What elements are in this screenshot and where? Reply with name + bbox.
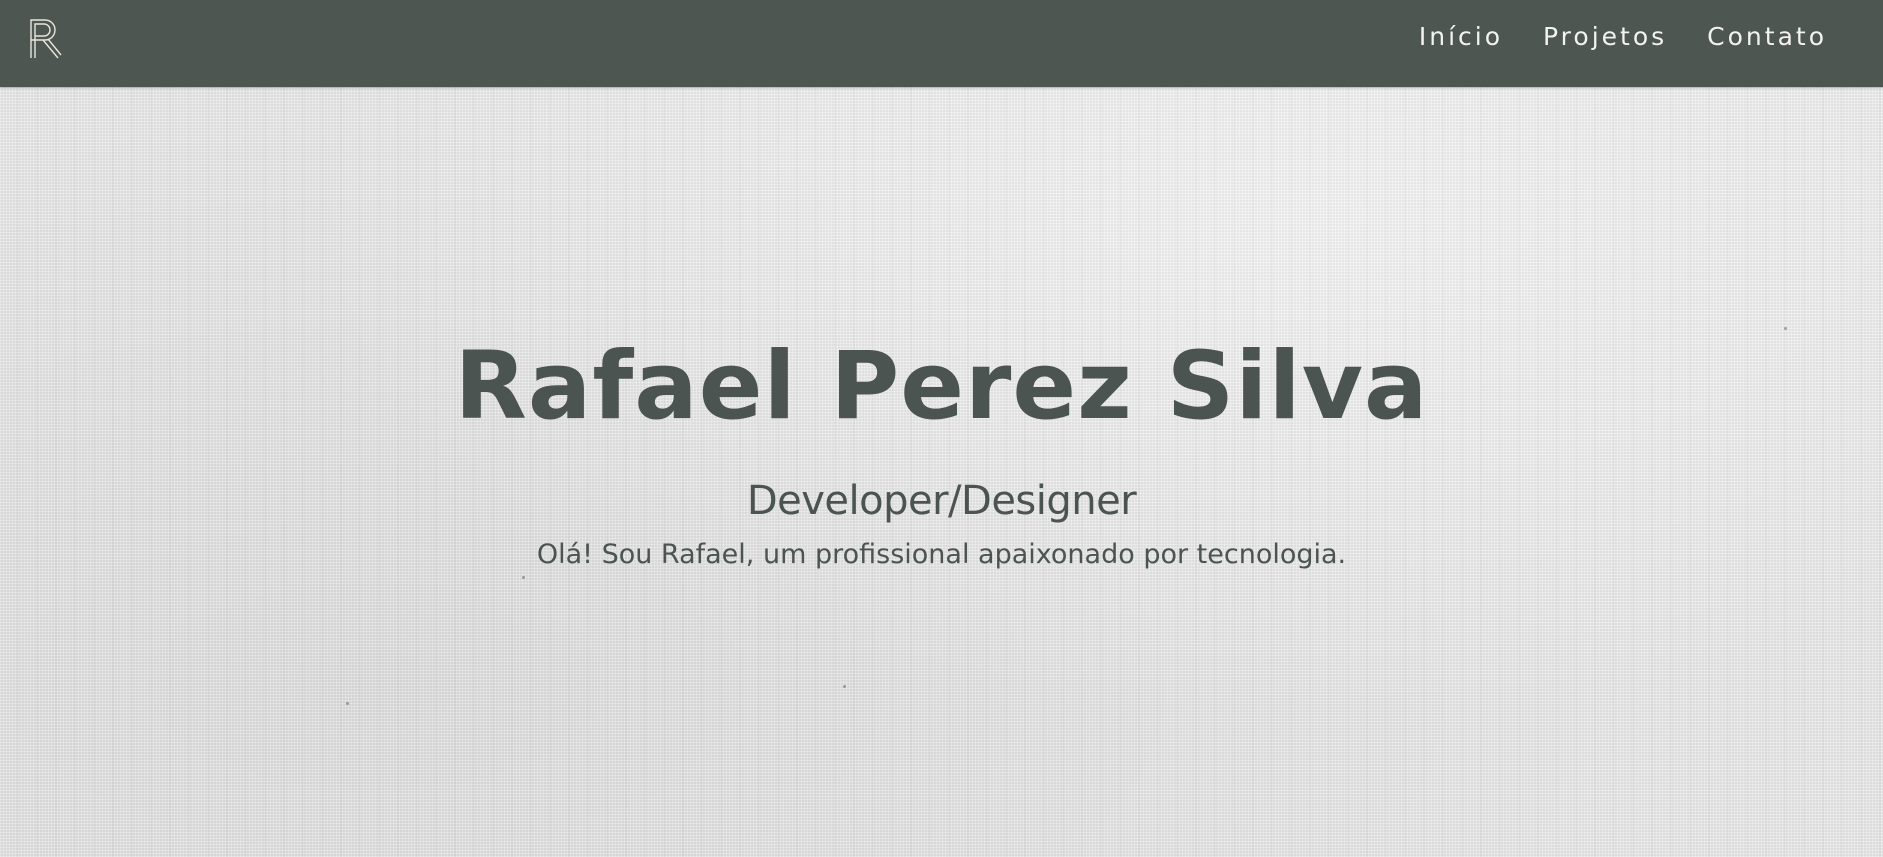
top-navbar: Início Projetos Contato xyxy=(0,0,1883,87)
nav-link-contato[interactable]: Contato xyxy=(1707,22,1827,51)
nav-link-inicio[interactable]: Início xyxy=(1419,22,1503,51)
texture-speck xyxy=(522,576,525,579)
texture-speck xyxy=(843,685,846,688)
hero-name-heading: Rafael Perez Silva xyxy=(454,332,1429,441)
nav-link-projetos[interactable]: Projetos xyxy=(1543,22,1667,51)
texture-speck xyxy=(1784,327,1787,330)
main-nav: Início Projetos Contato xyxy=(1419,0,1827,73)
hero-section: Rafael Perez Silva Developer/Designer Ol… xyxy=(0,87,1883,857)
hero-role-subtitle: Developer/Designer xyxy=(746,478,1137,524)
rp-logo-icon[interactable] xyxy=(28,17,62,59)
texture-speck xyxy=(346,702,349,705)
hero-intro-text: Olá! Sou Rafael, um profissional apaixon… xyxy=(536,539,1347,570)
